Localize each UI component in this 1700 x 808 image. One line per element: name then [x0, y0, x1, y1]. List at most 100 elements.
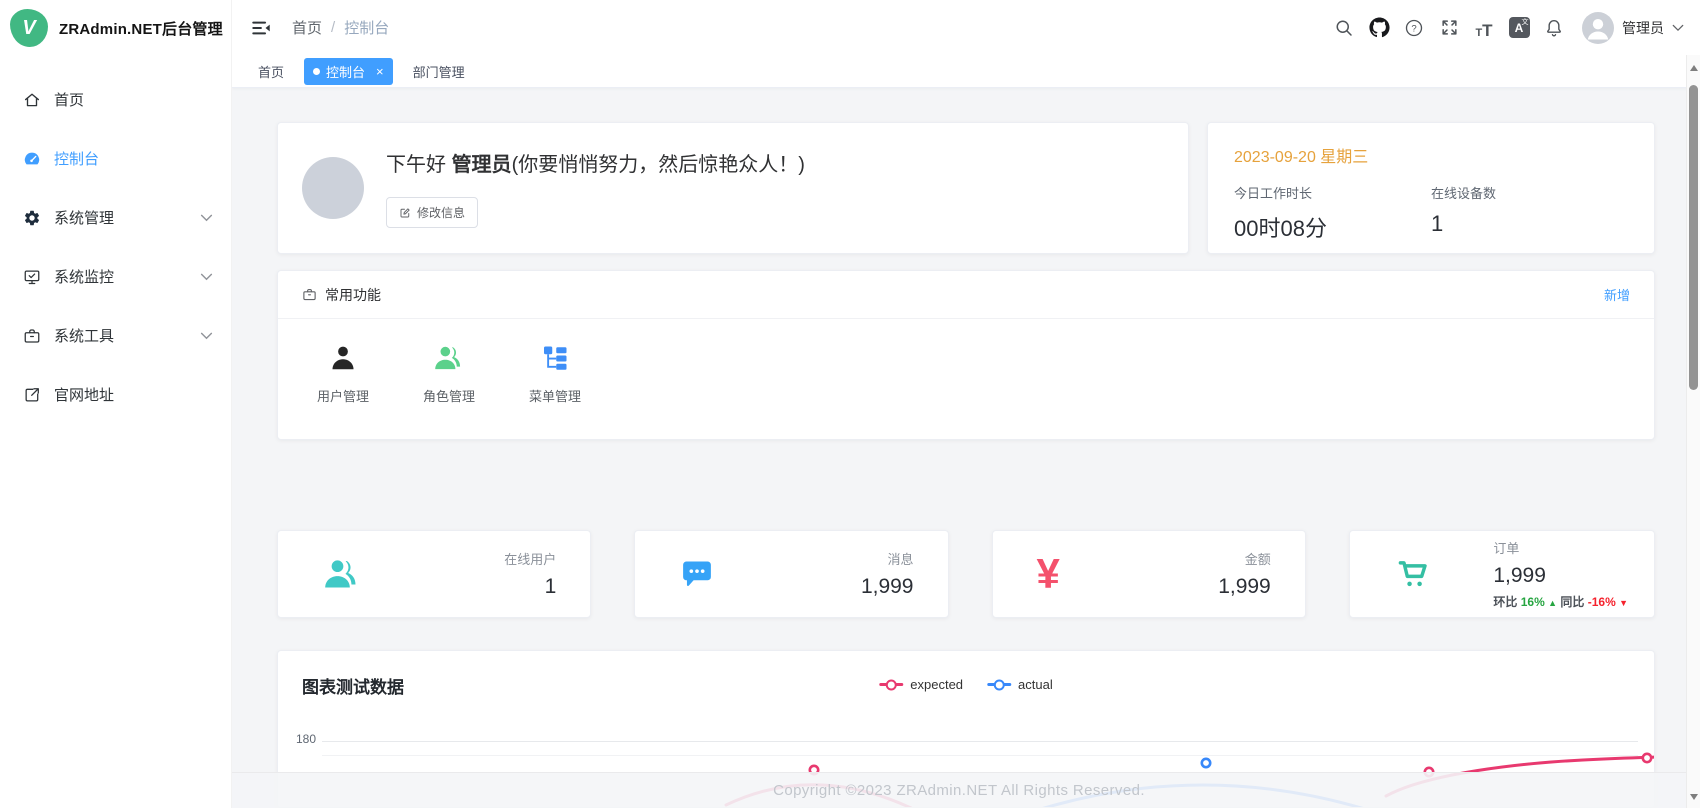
tab-dashboard[interactable]: 控制台 ×: [304, 58, 393, 85]
today-date: 2023-09-20 星期三: [1234, 143, 1628, 167]
breadcrumb: 首页 / 控制台: [292, 17, 389, 38]
fullscreen-icon[interactable]: [1438, 17, 1460, 39]
arrow-down-icon: ▼: [1619, 598, 1628, 608]
sidebar-fold-icon[interactable]: [250, 16, 274, 40]
greeting-text: 下午好 管理员(你要悄悄努力，然后惊艳众人！): [386, 148, 805, 177]
stat-card-amount[interactable]: ¥ 金额 1,999: [992, 530, 1306, 618]
greeting-username: 管理员: [452, 154, 512, 176]
monitor-icon: [23, 268, 41, 286]
github-icon[interactable]: [1368, 17, 1390, 39]
tab-home[interactable]: 首页: [252, 58, 290, 85]
active-dot: [313, 68, 320, 75]
svg-text:?: ?: [1411, 23, 1416, 34]
stat-value: 1,999: [861, 575, 914, 599]
sidebar-item-dashboard[interactable]: 控制台: [0, 129, 231, 188]
scroll-up-arrow[interactable]: [1687, 61, 1700, 75]
greeting-prefix: 下午好: [386, 154, 452, 176]
sidebar-item-label: 系统工具: [54, 325, 187, 346]
yoy-value: -16%: [1588, 595, 1616, 609]
stat-card-orders[interactable]: 订单 1,999 环比 16% ▲ 同比 -16% ▼: [1349, 530, 1655, 618]
tab-department[interactable]: 部门管理: [407, 58, 471, 85]
toolbox-icon: [23, 327, 41, 345]
tab-label: 控制台: [326, 62, 365, 81]
scrollbar-thumb[interactable]: [1689, 85, 1698, 390]
app-logo-row[interactable]: V ZRAdmin.NET后台管理: [0, 0, 231, 56]
copyright-text: Copyright ©2023 ZRAdmin.NET All Rights R…: [773, 782, 1145, 799]
avatar: [1582, 12, 1614, 44]
app-title: ZRAdmin.NET后台管理: [59, 18, 223, 39]
user-name: 管理员: [1622, 18, 1664, 38]
font-size-small-t: T: [1475, 28, 1482, 39]
online-devices-value: 1: [1431, 211, 1628, 237]
legend-marker-expected: [879, 683, 903, 686]
vertical-scrollbar[interactable]: [1686, 55, 1700, 808]
tab-label: 首页: [258, 62, 284, 81]
welcome-card: 下午好 管理员(你要悄悄努力，然后惊艳众人！) 修改信息: [277, 122, 1189, 254]
sidebar-item-system-tools[interactable]: 系统工具: [0, 306, 231, 365]
sidebar: V ZRAdmin.NET后台管理 首页 控制台 系统管理: [0, 0, 232, 808]
work-duration-label: 今日工作时长: [1234, 183, 1431, 202]
breadcrumb-home[interactable]: 首页: [292, 17, 322, 38]
quick-item-label: 菜单管理: [514, 386, 596, 405]
header-actions: ? TT A文 管理员: [1333, 12, 1684, 44]
external-link-icon: [23, 386, 41, 404]
user-avatar-large[interactable]: [302, 157, 364, 219]
chart-title: 图表测试数据: [302, 673, 404, 698]
quick-functions-card: 常用功能 新增 用户管理 角色管理 菜单管理: [277, 270, 1655, 440]
stat-card-messages[interactable]: 消息 1,999: [634, 530, 948, 618]
work-duration-value: 00时08分: [1234, 211, 1431, 243]
main-content: 下午好 管理员(你要悄悄努力，然后惊艳众人！) 修改信息 2023-09-20 …: [232, 88, 1686, 808]
quick-item-user-management[interactable]: 用户管理: [302, 339, 384, 405]
legend-item-actual[interactable]: actual: [987, 677, 1053, 692]
breadcrumb-current: 控制台: [344, 17, 389, 38]
caret-down-icon: [1672, 24, 1684, 32]
roles-icon: [408, 339, 490, 373]
legend-marker-actual: [987, 683, 1011, 686]
translate-icon[interactable]: A文: [1508, 17, 1530, 39]
work-duration: 今日工作时长 00时08分: [1234, 183, 1431, 243]
footer: Copyright ©2023 ZRAdmin.NET All Rights R…: [232, 772, 1686, 808]
sidebar-item-home[interactable]: 首页: [0, 70, 231, 129]
stat-card-online-users[interactable]: 在线用户 1: [277, 530, 591, 618]
app-logo: V: [10, 9, 48, 47]
stat-label: 金额: [1218, 549, 1271, 568]
scroll-down-arrow[interactable]: [1687, 790, 1700, 804]
sidebar-item-label: 系统监控: [54, 266, 187, 287]
sidebar-item-label: 官网地址: [54, 384, 213, 405]
menu-tree-icon: [514, 339, 596, 373]
quick-item-role-management[interactable]: 角色管理: [408, 339, 490, 405]
yen-glyph: ¥: [1037, 553, 1060, 595]
bell-icon[interactable]: [1543, 17, 1565, 39]
dashboard-icon: [23, 150, 41, 168]
chevron-down-icon: [200, 273, 213, 281]
sidebar-item-system-management[interactable]: 系统管理: [0, 188, 231, 247]
sidebar-item-system-monitor[interactable]: 系统监控: [0, 247, 231, 306]
home-icon: [23, 91, 41, 109]
tags-view-bar: 首页 控制台 × 部门管理: [232, 55, 1700, 88]
yen-icon: ¥: [1037, 553, 1081, 595]
font-size-icon[interactable]: TT: [1473, 17, 1495, 39]
search-icon[interactable]: [1333, 17, 1355, 39]
stat-value: 1,999: [1493, 564, 1628, 588]
arrow-up-icon: ▲: [1548, 598, 1557, 608]
y-axis-tick: 180: [284, 732, 316, 746]
online-users-icon: [322, 556, 366, 592]
mom-value: 16%: [1521, 595, 1545, 609]
gridline: [322, 741, 1638, 742]
sidebar-item-official-site[interactable]: 官网地址: [0, 365, 231, 424]
stat-label: 在线用户: [504, 549, 556, 568]
quick-functions-title: 常用功能: [325, 285, 381, 305]
user-menu[interactable]: 管理员: [1582, 12, 1684, 44]
chart-point-actual: [1202, 759, 1210, 767]
add-quick-function-link[interactable]: 新增: [1604, 285, 1630, 304]
today-card: 2023-09-20 星期三 今日工作时长 00时08分 在线设备数 1: [1207, 122, 1655, 254]
chevron-down-icon: [200, 332, 213, 340]
logo-letter: V: [22, 17, 35, 40]
close-icon[interactable]: ×: [376, 65, 384, 78]
edit-info-button[interactable]: 修改信息: [386, 197, 478, 228]
translate-sub-glyph: 文: [1522, 17, 1529, 27]
quick-item-menu-management[interactable]: 菜单管理: [514, 339, 596, 405]
legend-item-expected[interactable]: expected: [879, 677, 963, 692]
help-icon[interactable]: ?: [1403, 17, 1425, 39]
quick-item-label: 角色管理: [408, 386, 490, 405]
